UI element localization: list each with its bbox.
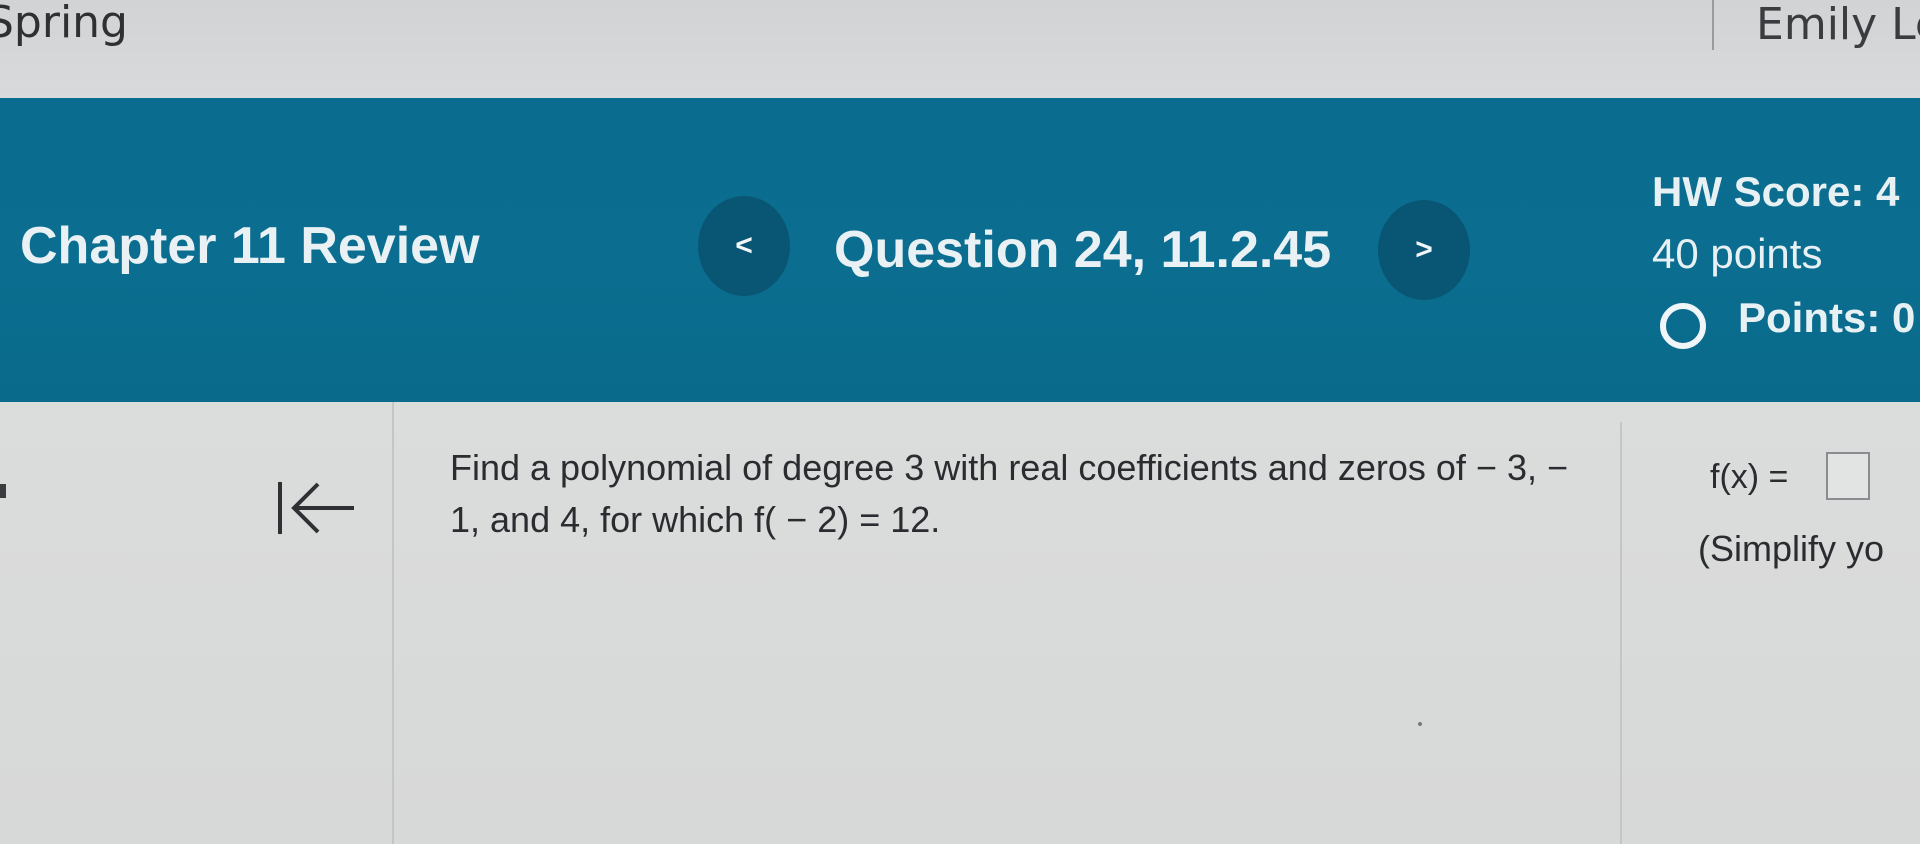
- hw-points: 40 points: [1652, 230, 1823, 277]
- user-divider: [1712, 0, 1714, 50]
- question-title: Question 24, 11.2.45: [834, 221, 1332, 279]
- page: Spring Emily Le Chapter 11 Review < Ques…: [0, 0, 1920, 844]
- next-question-button[interactable]: >: [1378, 200, 1470, 300]
- screen-speck: [1418, 722, 1422, 726]
- hw-score: HW Score: 4: [1652, 168, 1900, 215]
- collapse-panel-icon[interactable]: [274, 478, 364, 538]
- answer-label: f(x) =: [1710, 458, 1789, 496]
- simplify-instruction: (Simplify yo: [1698, 528, 1885, 569]
- chevron-left-icon: <: [735, 229, 753, 262]
- course-name[interactable]: Spring: [0, 0, 128, 46]
- user-name[interactable]: Emily Le: [1756, 2, 1920, 48]
- answer-input[interactable]: [1826, 452, 1870, 500]
- panel-divider-left: [392, 402, 394, 844]
- points-label: Points: 0: [1738, 294, 1916, 341]
- assignment-header: Chapter 11 Review < Question 24, 11.2.45…: [0, 98, 1920, 402]
- question-prompt: Find a polynomial of degree 3 with real …: [450, 447, 1568, 540]
- chevron-right-icon: >: [1415, 233, 1433, 266]
- top-bar: Spring Emily Le: [0, 0, 1920, 98]
- left-panel-edge: [0, 484, 6, 498]
- points-status-icon: [1660, 303, 1706, 349]
- panel-divider-right: [1620, 422, 1622, 844]
- previous-question-button[interactable]: <: [698, 196, 790, 296]
- chapter-title: Chapter 11 Review: [20, 217, 480, 275]
